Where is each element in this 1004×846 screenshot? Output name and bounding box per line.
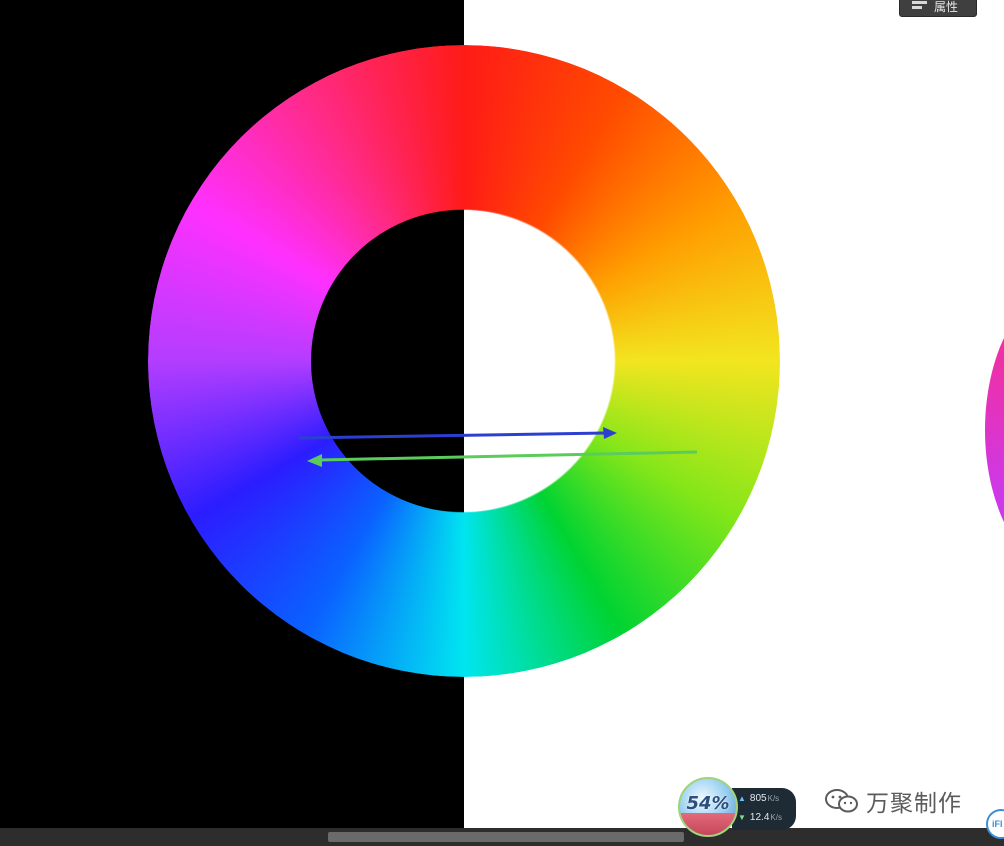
properties-panel-button[interactable]: 属性 bbox=[899, 0, 977, 17]
memory-usage-ball[interactable]: 54% bbox=[678, 777, 738, 837]
green-arrow bbox=[307, 450, 698, 467]
download-unit: K/s bbox=[770, 813, 782, 822]
upload-speed: ▲ 805 K/s bbox=[738, 793, 779, 804]
scrollbar-thumb[interactable] bbox=[328, 832, 684, 842]
usage-percent: 54% bbox=[686, 793, 730, 814]
upload-value: 805 bbox=[749, 793, 767, 804]
upload-arrow-icon: ▲ bbox=[738, 794, 746, 803]
blue-arrow bbox=[298, 427, 617, 440]
wechat-icon bbox=[825, 789, 858, 813]
download-value: 12.4 bbox=[749, 812, 770, 823]
image-canvas bbox=[0, 0, 1004, 828]
network-speed-widget[interactable]: ▲ 805 K/s ▼ 12.4 K/s 54% bbox=[676, 771, 798, 841]
download-arrow-icon: ▼ bbox=[738, 813, 746, 822]
properties-panel-label: 属性 bbox=[934, 0, 959, 14]
corner-badge-text: iFl bbox=[992, 819, 1003, 829]
usage-wave bbox=[680, 813, 736, 835]
watermark-text: 万聚制作 bbox=[866, 790, 962, 816]
balloon-icon bbox=[724, 779, 736, 785]
annotation-arrows bbox=[298, 427, 698, 467]
horizontal-scrollbar[interactable] bbox=[0, 828, 1004, 846]
properties-panel-icon bbox=[912, 0, 927, 13]
speed-readout: ▲ 805 K/s ▼ 12.4 K/s bbox=[732, 788, 796, 830]
download-speed: ▼ 12.4 K/s bbox=[738, 812, 782, 823]
watermark: 万聚制作 bbox=[824, 784, 962, 818]
upload-unit: K/s bbox=[767, 794, 780, 803]
